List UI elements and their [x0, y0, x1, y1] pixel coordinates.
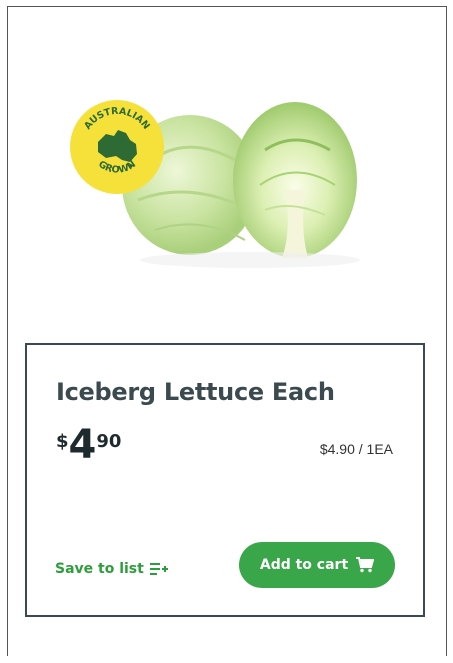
price-dollars: 4	[68, 422, 97, 468]
price-currency: $	[56, 431, 69, 452]
svg-text:AUSTRALIAN: AUSTRALIAN	[82, 106, 152, 132]
unit-price: $4.90 / 1EA	[319, 441, 393, 457]
price-cents: 90	[96, 431, 122, 452]
australia-map-icon: AUSTRALIAN GROWN	[82, 106, 152, 176]
save-to-list-label: Save to list	[55, 561, 144, 577]
product-card: Iceberg Lettuce Each $490 $4.90 / 1EA Sa…	[25, 343, 425, 617]
product-title: Iceberg Lettuce Each	[56, 378, 335, 406]
save-to-list-button[interactable]: Save to list	[55, 561, 168, 577]
australian-grown-badge: AUSTRALIAN GROWN	[70, 100, 164, 194]
add-to-cart-label: Add to cart	[259, 557, 349, 573]
list-add-icon	[149, 563, 168, 575]
cart-icon	[356, 557, 375, 573]
product-price: $490	[56, 425, 121, 465]
add-to-cart-button[interactable]: Add to cart	[239, 542, 395, 588]
